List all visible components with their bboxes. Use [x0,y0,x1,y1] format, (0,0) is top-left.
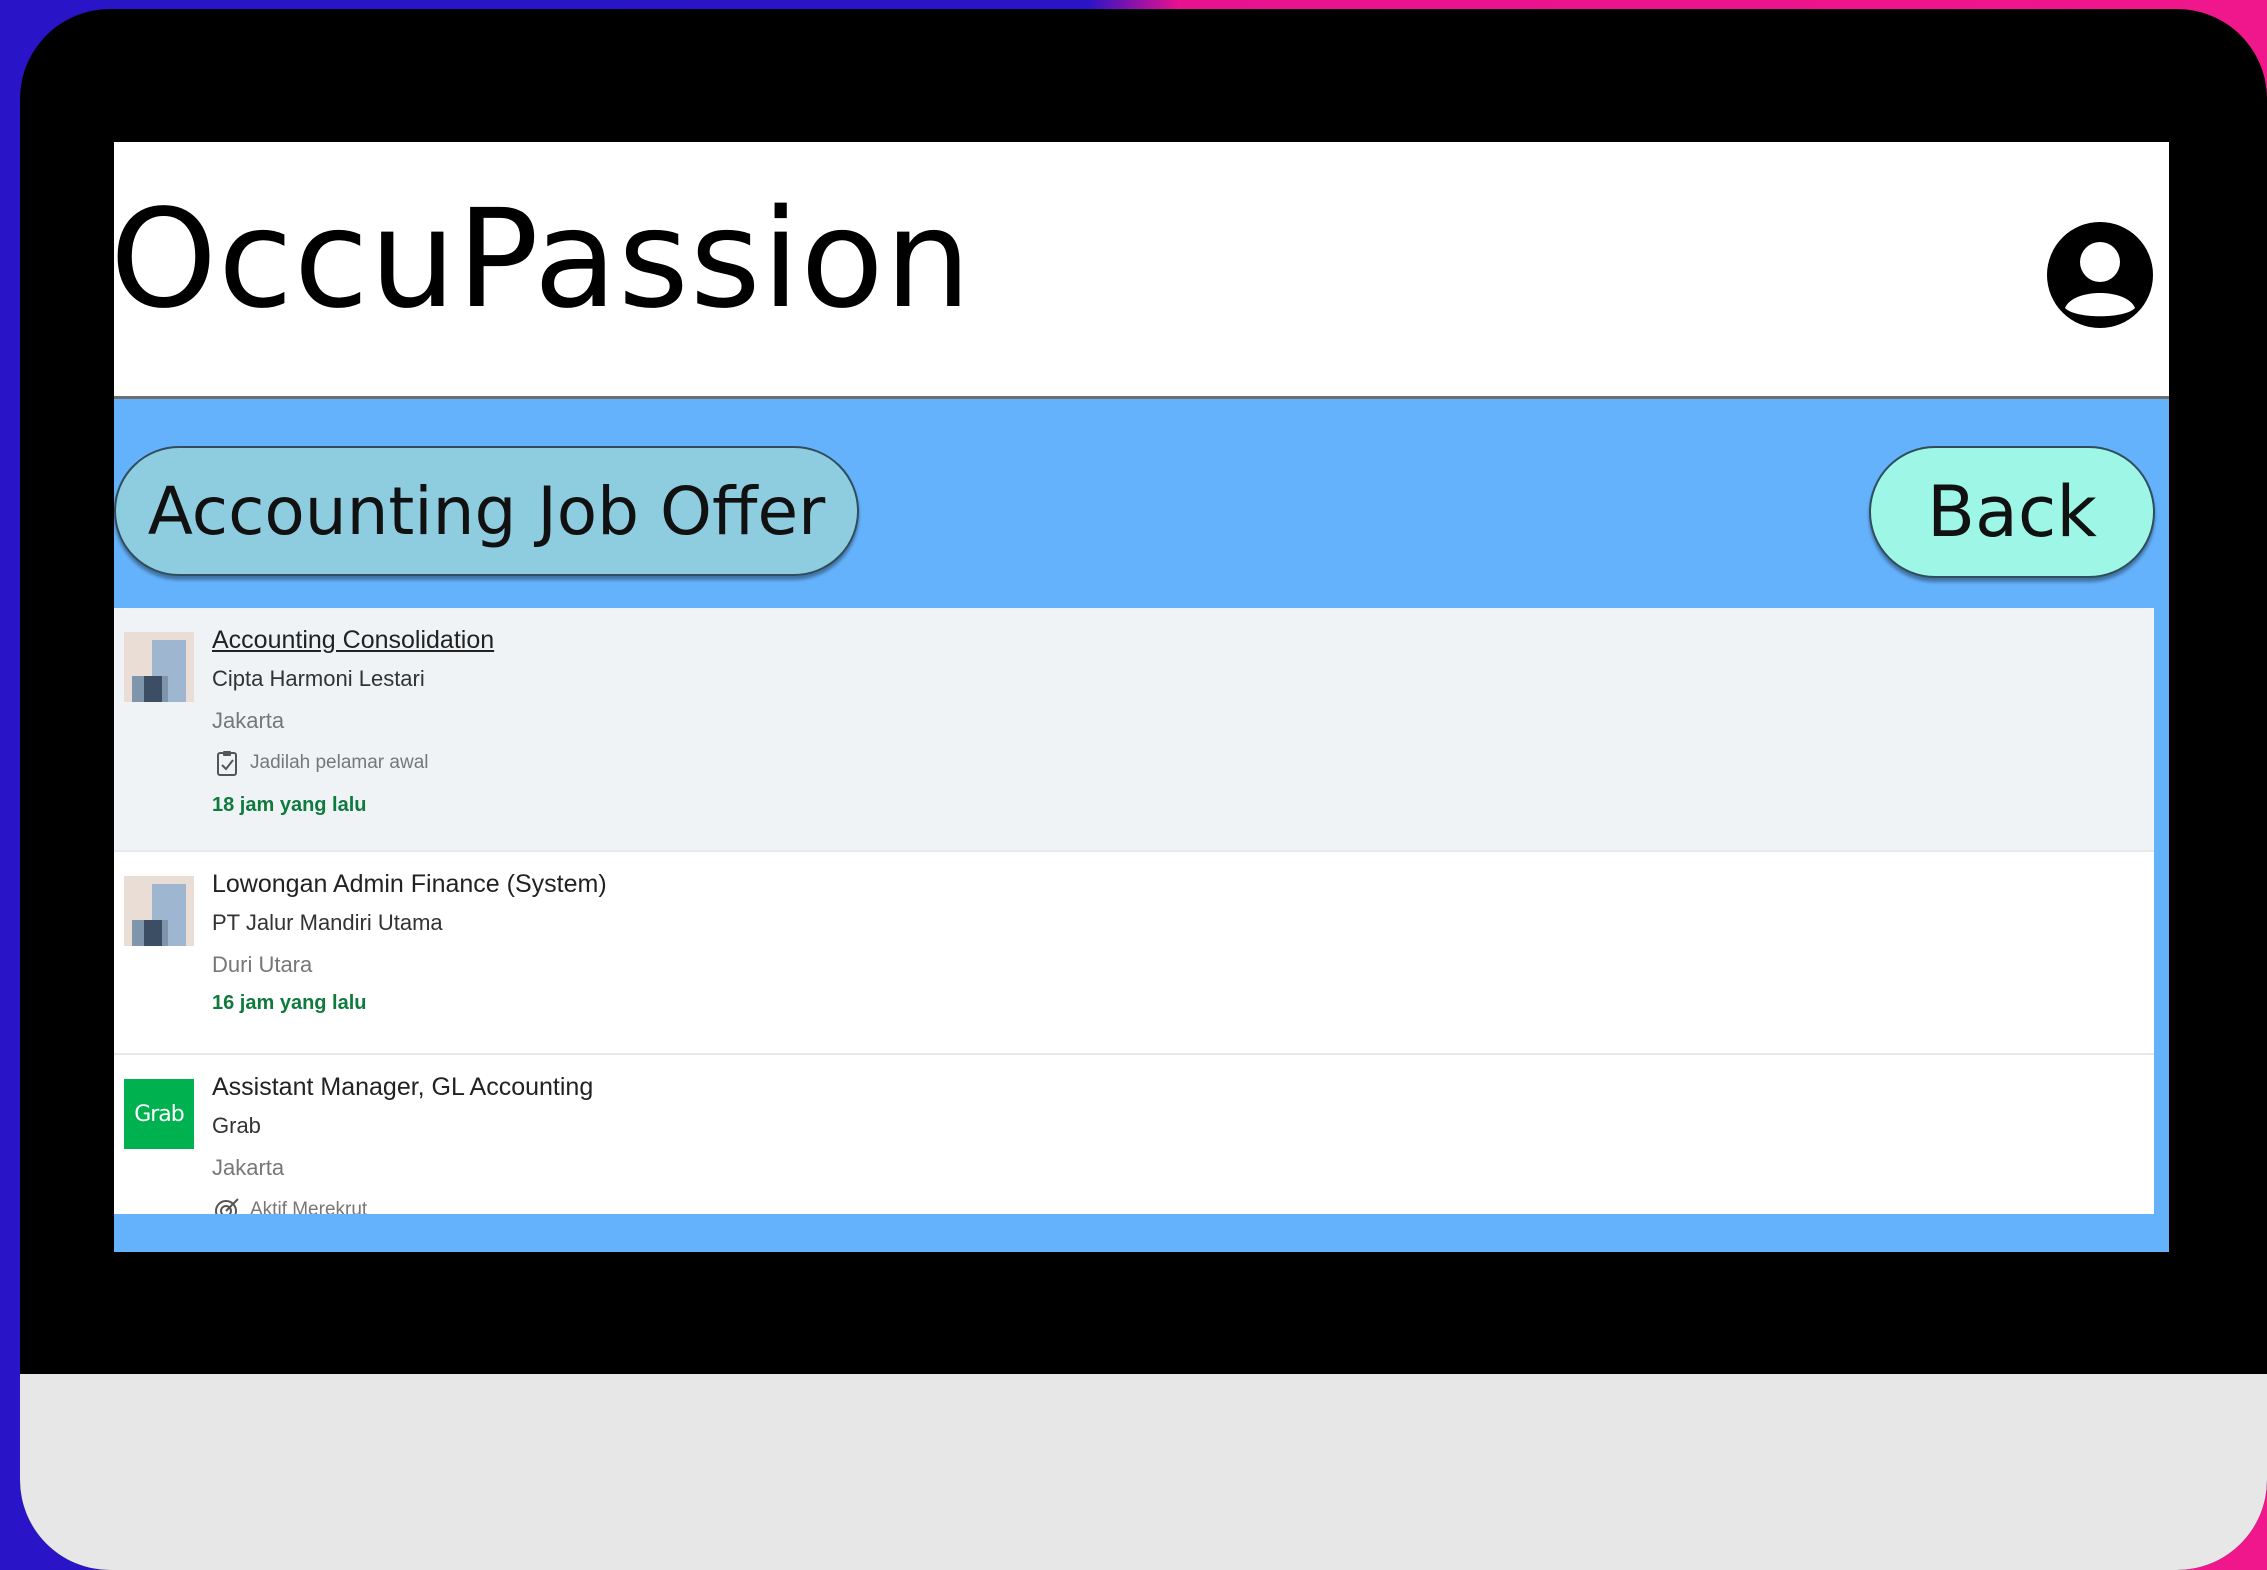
building-logo [124,876,194,946]
company-name: Cipta Harmoni Lestari [212,666,425,691]
job-insight: Jadilah pelamar awal [212,748,494,778]
job-info: Assistant Manager, GL Accounting Grab Ja… [212,1073,593,1214]
job-insight: Aktif Merekrut [212,1195,593,1214]
job-title-link[interactable]: Lowongan Admin Finance (System) [212,870,607,898]
app-screen: OccuPassion Accounting Job Offer Back Ac… [114,142,2169,1252]
job-location: Duri Utara [212,952,313,977]
company-name: PT Jalur Mandiri Utama [212,910,443,935]
user-circle-icon[interactable] [2045,220,2155,330]
device-frame: OccuPassion Accounting Job Offer Back Ac… [20,9,2267,1570]
back-button[interactable]: Back [1869,446,2155,578]
brand-title: OccuPassion [114,181,972,339]
page-title: Accounting Job Offer [114,446,859,576]
posted-time: 18 jam yang lalu [212,794,367,816]
job-info: Accounting Consolidation Cipta Harmoni L… [212,626,494,817]
app-header: OccuPassion [114,142,2169,399]
posted-time: 16 jam yang lalu [212,992,367,1014]
company-name: Grab [212,1113,261,1138]
job-title-link[interactable]: Assistant Manager, GL Accounting [212,1073,593,1101]
device-chin [20,1374,2267,1570]
job-location: Jakarta [212,1155,285,1180]
job-location: Jakarta [212,708,285,733]
building-logo [124,632,194,702]
clipboard-check-icon [217,751,237,776]
job-list: Accounting Consolidation Cipta Harmoni L… [114,608,2154,1214]
target-icon [215,1198,239,1214]
job-title-link[interactable]: Accounting Consolidation [212,626,494,654]
insight-text: Jadilah pelamar awal [250,752,429,773]
job-card[interactable]: Lowongan Admin Finance (System) PT Jalur… [114,852,2154,1055]
grab-logo: Grab [124,1079,194,1149]
job-info: Lowongan Admin Finance (System) PT Jalur… [212,870,607,1015]
job-card[interactable]: Accounting Consolidation Cipta Harmoni L… [114,608,2154,852]
insight-text: Aktif Merekrut [250,1199,368,1214]
job-card[interactable]: Grab Assistant Manager, GL Accounting Gr… [114,1055,2154,1214]
